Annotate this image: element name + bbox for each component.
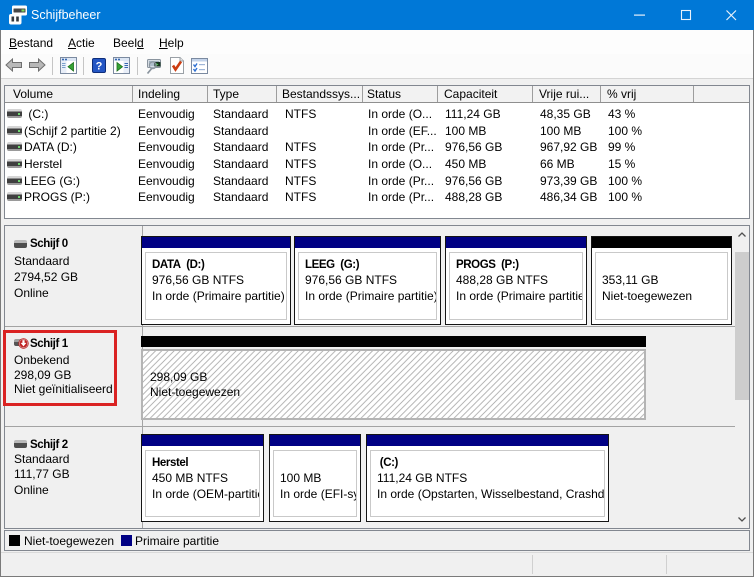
svg-text:?: ? — [96, 61, 103, 73]
